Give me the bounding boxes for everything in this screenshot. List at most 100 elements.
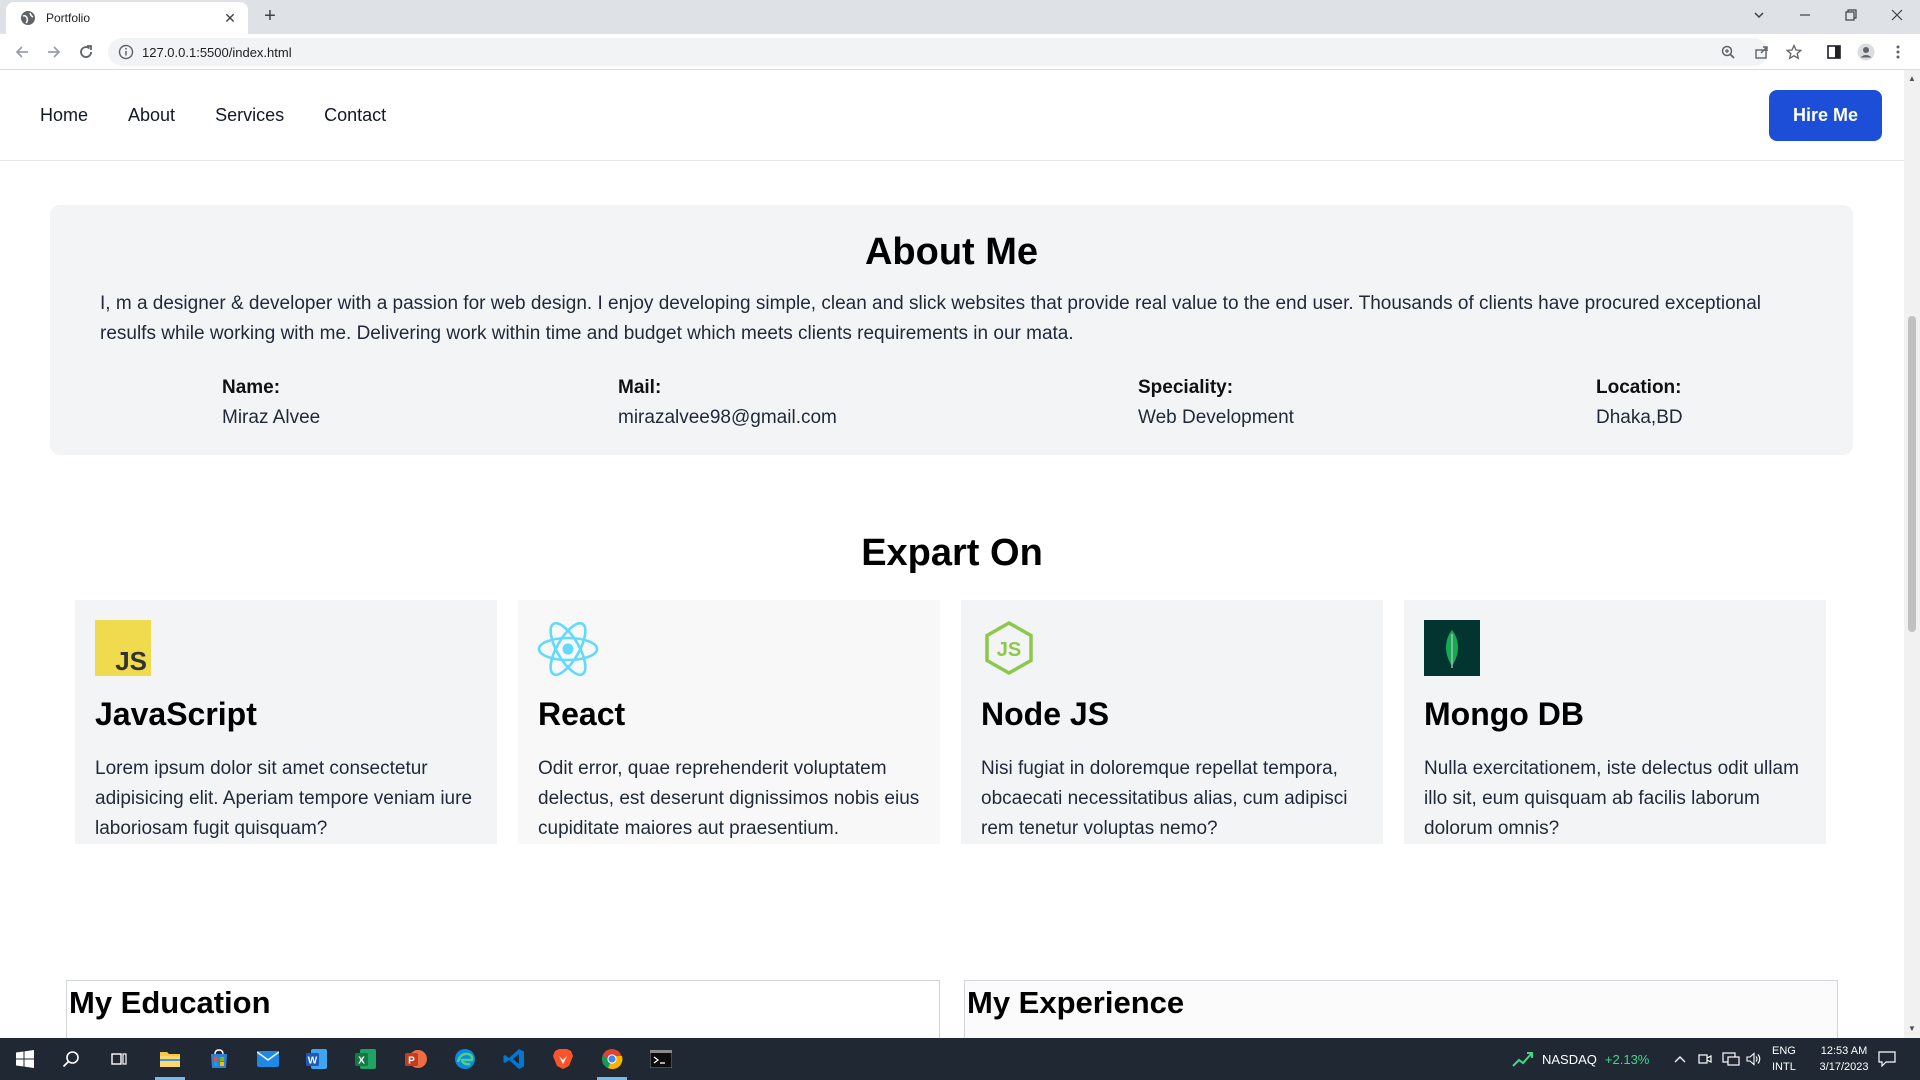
brave-icon[interactable] (548, 1044, 578, 1074)
skill-card-javascript: JS JavaScript Lorem ipsum dolor sit amet… (75, 600, 497, 844)
globe-icon (21, 11, 35, 25)
site-info-icon[interactable] (118, 44, 134, 60)
hire-me-button[interactable]: Hire Me (1769, 90, 1882, 141)
clock-date: 3/17/2023 (1819, 1061, 1869, 1073)
nodejs-icon: JS (985, 620, 1033, 676)
zoom-icon[interactable] (1718, 42, 1738, 62)
terminal-icon[interactable] (646, 1044, 676, 1074)
browser-toolbar: 127.0.0.1:5500/index.html (0, 34, 1920, 70)
volume-icon[interactable] (1746, 1038, 1762, 1080)
stock-widget[interactable]: NASDAQ +2.13% (1512, 1038, 1649, 1080)
restore-button[interactable] (1828, 0, 1874, 30)
page-scrollbar[interactable]: ▲ ▼ (1904, 70, 1920, 1038)
search-icon[interactable] (56, 1044, 86, 1074)
site-navbar: Home About Services Contact Hire Me (0, 70, 1904, 161)
network-icon[interactable] (1722, 1038, 1740, 1080)
skill-card-mongodb: Mongo DB Nulla exercitationem, iste dele… (1404, 600, 1826, 844)
excel-icon[interactable]: X (351, 1044, 381, 1074)
new-tab-button[interactable]: + (258, 5, 282, 29)
svg-text:P: P (408, 1056, 415, 1067)
clock-time: 12:53 AM (1820, 1045, 1868, 1057)
svg-text:JS: JS (997, 639, 1021, 661)
close-window-button[interactable] (1874, 0, 1920, 30)
mail-icon[interactable] (253, 1044, 283, 1074)
forward-button[interactable] (42, 40, 66, 64)
stock-change: +2.13% (1604, 1051, 1650, 1067)
experience-section: My Experience (964, 980, 1838, 1038)
store-icon[interactable] (204, 1044, 234, 1074)
share-icon[interactable] (1752, 42, 1772, 62)
skill-text: Nisi fugiat in doloremque repellat tempo… (981, 758, 1348, 839)
stock-chart-icon (1512, 1052, 1533, 1067)
skill-card-react: React Odit error, quae reprehenderit vol… (518, 600, 940, 844)
language-indicator[interactable]: ENG INTL (1772, 1038, 1796, 1080)
vscode-icon[interactable] (499, 1044, 529, 1074)
info-name: Name: Miraz Alvee (222, 373, 320, 433)
browser-menu-icon[interactable] (1888, 42, 1908, 62)
url-text: 127.0.0.1:5500/index.html (142, 44, 292, 60)
profile-icon[interactable] (1856, 42, 1876, 62)
info-label: Name: (222, 377, 281, 398)
skill-title: JavaScript (95, 696, 257, 732)
browser-tab[interactable]: Portfolio ✕ (6, 2, 248, 34)
svg-text:W: W (308, 1056, 318, 1067)
browser-tabstrip: Portfolio ✕ + (0, 0, 1920, 34)
about-title: About Me (864, 231, 1039, 273)
nav-link-about[interactable]: About (128, 105, 175, 126)
close-tab-icon[interactable]: ✕ (222, 10, 238, 27)
file-explorer-icon[interactable] (155, 1044, 185, 1080)
side-panel-icon[interactable] (1824, 42, 1844, 62)
info-label: Mail: (618, 377, 662, 398)
address-bar[interactable]: 127.0.0.1:5500/index.html (108, 38, 1768, 66)
word-icon[interactable]: W (302, 1044, 332, 1074)
show-hidden-icons[interactable] (1674, 1038, 1686, 1080)
chrome-icon[interactable] (597, 1044, 627, 1080)
info-value: Web Development (1138, 407, 1294, 428)
skill-text: Lorem ipsum dolor sit amet consectetur a… (95, 758, 473, 839)
info-value: mirazalvee98@gmail.com (618, 407, 837, 428)
svg-text:JS: JS (115, 646, 147, 676)
about-section: About Me I, m a designer & developer wit… (50, 205, 1853, 455)
nav-link-home[interactable]: Home (40, 105, 88, 126)
education-title: My Education (69, 985, 271, 1020)
back-button[interactable] (10, 40, 34, 64)
about-description: I, m a designer & developer with a passi… (100, 293, 1762, 344)
info-label: Location: (1596, 377, 1682, 398)
javascript-icon: JS (95, 620, 151, 676)
info-location: Location: Dhaka,BD (1596, 373, 1683, 433)
tab-search-icon[interactable] (1736, 0, 1782, 30)
react-icon (537, 621, 599, 677)
windows-start-icon[interactable] (10, 1044, 40, 1074)
scroll-up-arrow-icon[interactable]: ▲ (1908, 74, 1916, 83)
lang-top: ENG (1772, 1045, 1796, 1057)
notification-icon[interactable] (1878, 1038, 1896, 1080)
skill-card-nodejs: JS Node JS Nisi fugiat in doloremque rep… (961, 600, 1383, 844)
reload-button[interactable] (74, 40, 98, 64)
expertise-title: Expart On (861, 532, 1043, 574)
info-value: Miraz Alvee (222, 407, 321, 428)
skill-text: Odit error, quae reprehenderit voluptate… (538, 758, 920, 839)
info-speciality: Speciality: Web Development (1138, 373, 1294, 433)
tab-title: Portfolio (46, 11, 91, 25)
experience-title: My Experience (967, 985, 1185, 1020)
meet-now-icon[interactable] (1698, 1038, 1712, 1080)
minimize-button[interactable] (1782, 0, 1828, 30)
edge-icon[interactable] (450, 1044, 480, 1074)
task-view-icon[interactable] (104, 1044, 134, 1074)
nav-link-contact[interactable]: Contact (324, 105, 386, 126)
windows-taskbar: W X P NASDAQ +2.13% ENG INTL 12:53 AM 3/… (0, 1038, 1920, 1080)
bookmark-star-icon[interactable] (1784, 42, 1804, 62)
scroll-down-arrow-icon[interactable]: ▼ (1908, 1024, 1916, 1033)
powerpoint-icon[interactable]: P (401, 1044, 431, 1074)
nav-link-services[interactable]: Services (215, 105, 284, 126)
skill-title: Node JS (981, 696, 1110, 732)
info-label: Speciality: (1138, 377, 1234, 398)
lang-bottom: INTL (1772, 1061, 1796, 1073)
stock-name: NASDAQ (1542, 1051, 1597, 1067)
info-value: Dhaka,BD (1596, 407, 1683, 428)
skill-text: Nulla exercitationem, iste delectus odit… (1424, 758, 1799, 839)
page-viewport: Home About Services Contact Hire Me Abou… (0, 70, 1904, 1038)
mongodb-icon (1424, 620, 1480, 676)
clock[interactable]: 12:53 AM 3/17/2023 (1808, 1038, 1880, 1080)
scrollbar-thumb[interactable] (1908, 316, 1916, 632)
